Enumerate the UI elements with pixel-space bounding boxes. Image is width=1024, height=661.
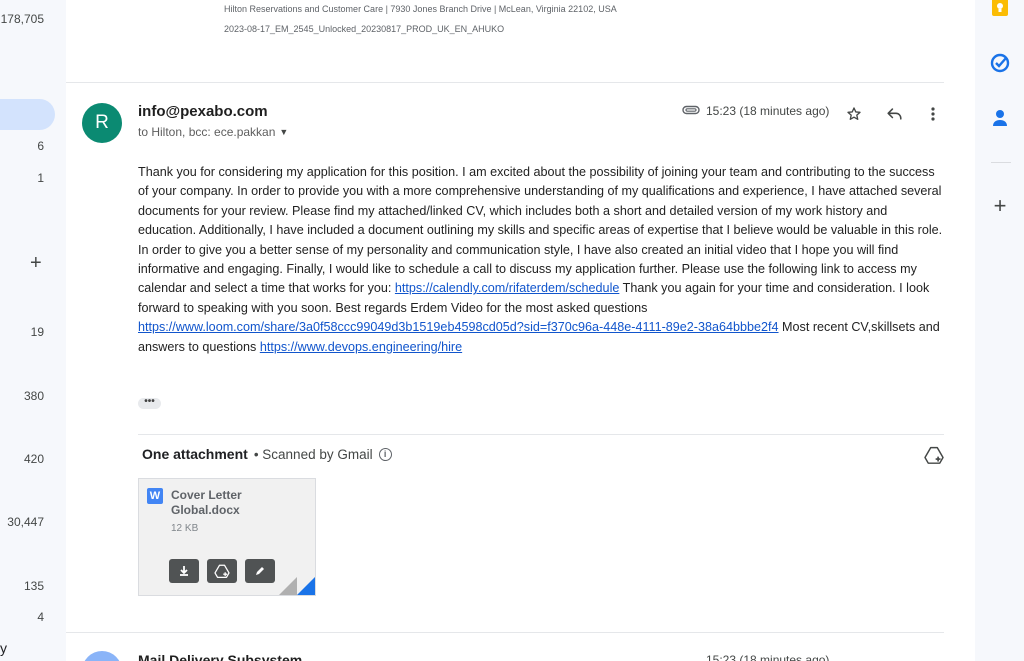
word-doc-icon: W: [147, 488, 163, 504]
save-to-drive-icon[interactable]: [207, 559, 237, 583]
next-sender-avatar[interactable]: [82, 651, 122, 661]
show-trimmed-content-button[interactable]: •••: [138, 397, 161, 409]
message-divider: [66, 82, 944, 83]
card-corner-shade: [279, 577, 297, 595]
folder-count: 19: [30, 325, 44, 339]
folder-count: 4: [37, 610, 44, 624]
chevron-down-icon[interactable]: ▼: [279, 127, 288, 137]
rail-divider: [991, 162, 1011, 163]
tasks-icon[interactable]: [990, 53, 1010, 73]
devops-link[interactable]: https://www.devops.engineering/hire: [260, 340, 462, 354]
more-options-icon[interactable]: [921, 102, 945, 126]
folder-count: 30,447: [7, 515, 44, 529]
attachment-count-label: One attachment: [142, 446, 248, 462]
folder-count: 135: [23, 579, 44, 593]
sender-avatar[interactable]: R: [82, 103, 122, 143]
download-icon[interactable]: [169, 559, 199, 583]
get-addons-plus-icon[interactable]: +: [990, 193, 1010, 218]
attachments-header: One attachment • Scanned by Gmail i: [142, 446, 392, 462]
calendly-link[interactable]: https://calendly.com/rifaterdem/schedule: [395, 281, 619, 295]
message-divider: [66, 632, 944, 633]
folder-count: 420: [23, 452, 44, 466]
attachment-paperclip-icon: [682, 104, 700, 118]
loom-link[interactable]: https://www.loom.com/share/3a0f58ccc9904…: [138, 320, 779, 334]
info-icon[interactable]: i: [378, 447, 392, 461]
card-corner-fold: [297, 577, 315, 595]
message-time: 15:23 (18 minutes ago): [706, 104, 830, 118]
folder-count: 6: [37, 139, 44, 153]
recipients-text: to Hilton, bcc: ece.pakkan: [138, 125, 276, 139]
keep-notes-icon[interactable]: [990, 0, 1010, 18]
star-icon[interactable]: [842, 102, 866, 126]
folder-count: 178,705: [0, 12, 44, 26]
body-text-part: Thank you for considering my application…: [138, 165, 943, 296]
recipients-line[interactable]: to Hilton, bcc: ece.pakkan ▼: [138, 125, 288, 139]
previous-email-footer-code: 2023-08-17_EM_2545_Unlocked_20230817_PRO…: [224, 24, 505, 34]
add-to-drive-icon[interactable]: [924, 446, 944, 469]
previous-email-footer-address: Hilton Reservations and Customer Care | …: [224, 4, 617, 14]
message-meta: 15:23 (18 minutes ago): [682, 104, 829, 118]
truncated-label: y: [0, 640, 7, 656]
next-email-time: 15:23 (18 minutes ago): [706, 653, 830, 661]
folder-count: 1: [37, 171, 44, 185]
attachment-divider: [138, 434, 944, 435]
selected-folder-highlight[interactable]: [0, 99, 55, 130]
reply-icon[interactable]: [882, 102, 906, 126]
folder-counts-column: 178,705 6 1 + 19 380 420 30,447 135 4 y: [0, 0, 66, 661]
attachment-card[interactable]: W Cover Letter Global.docx 12 KB: [138, 478, 316, 596]
sender-email[interactable]: info@pexabo.com: [138, 103, 268, 120]
side-panel-rail: +: [975, 0, 1024, 661]
email-body: Thank you for considering my application…: [138, 163, 944, 357]
add-label-icon[interactable]: +: [30, 252, 42, 275]
contacts-icon[interactable]: [990, 108, 1010, 128]
edit-pencil-icon[interactable]: [245, 559, 275, 583]
folder-count: 380: [23, 389, 44, 403]
next-email-sender[interactable]: Mail Delivery Subsystem: [138, 652, 302, 661]
email-thread-panel: Hilton Reservations and Customer Care | …: [66, 0, 975, 661]
attachment-file-size: 12 KB: [171, 523, 199, 534]
scanned-by-gmail-label: • Scanned by Gmail: [253, 446, 373, 462]
attachment-file-name: Cover Letter Global.docx: [171, 488, 242, 517]
